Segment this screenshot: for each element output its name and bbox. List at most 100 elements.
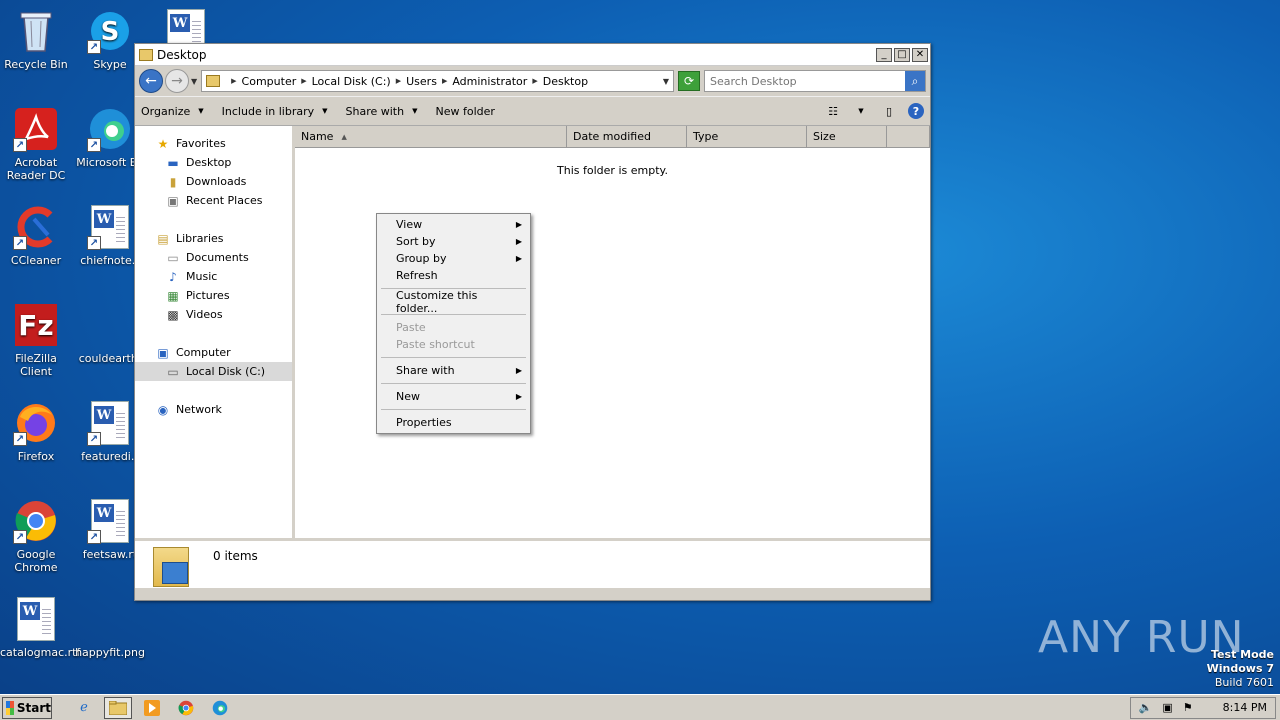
forward-button[interactable]: → [165, 69, 189, 93]
nav-label: Videos [186, 308, 223, 321]
view-options-icon[interactable]: ☷ [824, 103, 842, 119]
nav-libraries[interactable]: ▤ Libraries [135, 229, 292, 248]
menu-item-refresh[interactable]: Refresh [379, 267, 528, 284]
desktop-icon-firefox[interactable]: ↗ Firefox [0, 400, 72, 463]
nav-label: Recent Places [186, 194, 263, 207]
desktop-icon-happyfit[interactable]: happyfit.png [74, 596, 146, 659]
organize-menu[interactable]: Organize ▼ [141, 105, 204, 118]
recent-pages-dropdown[interactable]: ▼ [191, 77, 197, 86]
share-with-menu[interactable]: Share with ▼ [346, 105, 418, 118]
menu-item-view[interactable]: View ▶ [379, 216, 528, 233]
nav-downloads[interactable]: ▮ Downloads [135, 172, 292, 191]
maximize-button[interactable]: □ [894, 47, 910, 62]
column-name[interactable]: Name ▲ [295, 126, 567, 147]
nav-local-disk[interactable]: ▭ Local Disk (C:) [135, 362, 292, 381]
menu-label: Share with [396, 364, 455, 377]
media-player-icon[interactable] [138, 697, 166, 719]
command-bar: Organize ▼ Include in library ▼ Share wi… [135, 96, 930, 126]
nav-pictures[interactable]: ▦ Pictures [135, 286, 292, 305]
word-doc-icon: W ↗ [87, 400, 133, 446]
chevron-right-icon[interactable]: ▶ [532, 77, 537, 85]
edge-taskbar-icon[interactable] [206, 697, 234, 719]
chrome-taskbar-icon[interactable] [172, 697, 200, 719]
column-type[interactable]: Type [687, 126, 807, 147]
nav-computer[interactable]: ▣ Computer [135, 343, 292, 362]
clock[interactable]: 8:14 PM [1223, 701, 1267, 714]
star-icon: ★ [157, 136, 169, 151]
system-tray: 🔈 ▣ ⚑ 8:14 PM [1129, 696, 1276, 719]
chevron-down-icon[interactable]: ▼ [663, 77, 669, 86]
explorer-taskbar-icon[interactable] [104, 696, 132, 719]
desktop-icon-label: catalogmac.rtf [0, 646, 81, 659]
volume-icon[interactable]: 🔈 [1139, 701, 1153, 714]
menu-item-sort-by[interactable]: Sort by ▶ [379, 233, 528, 250]
breadcrumb-desktop[interactable]: Desktop [543, 75, 588, 88]
documents-icon: ▭ [167, 250, 179, 265]
nav-documents[interactable]: ▭ Documents [135, 248, 292, 267]
word-doc-icon: W [13, 596, 59, 642]
desktop-icon-recycle-bin[interactable]: Recycle Bin [0, 8, 72, 71]
nav-videos[interactable]: ▩ Videos [135, 305, 292, 324]
desktop-icon-label: Acrobat Reader DC [6, 156, 66, 182]
breadcrumb-users[interactable]: Users [406, 75, 437, 88]
breadcrumb-computer[interactable]: Computer [242, 75, 297, 88]
search-icon[interactable]: ⌕ [905, 71, 925, 91]
chevron-right-icon[interactable]: ▶ [231, 77, 236, 85]
menu-item-group-by[interactable]: Group by ▶ [379, 250, 528, 267]
svg-text:S: S [101, 17, 120, 47]
menu-item-customize-folder[interactable]: Customize this folder... [379, 289, 528, 315]
help-icon[interactable]: ? [908, 103, 924, 119]
desktop-icon-filezilla[interactable]: Fz FileZilla Client [0, 302, 72, 378]
desktop-icon-label: CCleaner [10, 254, 62, 267]
chevron-right-icon[interactable]: ▶ [442, 77, 447, 85]
include-in-library-menu[interactable]: Include in library ▼ [222, 105, 328, 118]
videos-icon: ▩ [167, 307, 179, 322]
refresh-button[interactable]: ⟳ [678, 71, 700, 91]
action-center-flag-icon[interactable]: ⚑ [1183, 701, 1193, 714]
desktop-icon-chrome[interactable]: ↗ Google Chrome [0, 498, 72, 574]
menu-item-properties[interactable]: Properties [379, 414, 528, 431]
new-folder-button[interactable]: New folder [435, 105, 494, 118]
empty-folder-message: This folder is empty. [557, 164, 668, 177]
desktop-icon-catalogmac[interactable]: W catalogmac.rtf [0, 596, 81, 659]
nav-network[interactable]: ◉ Network [135, 400, 292, 419]
chevron-right-icon[interactable]: ▶ [396, 77, 401, 85]
nav-recent-places[interactable]: ▣ Recent Places [135, 191, 292, 210]
nav-desktop[interactable]: ▬ Desktop [135, 153, 292, 172]
breadcrumb-local-disk[interactable]: Local Disk (C:) [312, 75, 391, 88]
nav-label: Favorites [176, 137, 226, 150]
title-bar[interactable]: Desktop _ □ ✕ [135, 44, 930, 66]
libraries-icon: ▤ [157, 231, 169, 246]
chevron-down-icon: ▼ [412, 107, 418, 115]
desktop-icon-ccleaner[interactable]: ↗ CCleaner [0, 204, 72, 267]
column-size[interactable]: Size [807, 126, 887, 147]
shortcut-arrow-icon: ↗ [87, 236, 101, 250]
search-input[interactable] [705, 71, 905, 91]
breadcrumb-administrator[interactable]: Administrator [452, 75, 527, 88]
preview-pane-icon[interactable]: ▯ [880, 103, 898, 119]
desktop-icon: ▬ [167, 155, 179, 170]
word-doc-icon: W ↗ [87, 498, 133, 544]
minimize-button[interactable]: _ [876, 47, 892, 62]
chevron-down-icon: ▼ [322, 107, 328, 115]
menu-item-new[interactable]: New ▶ [379, 388, 528, 405]
desktop-icon-acrobat[interactable]: ↗ Acrobat Reader DC [0, 106, 72, 182]
test-mode-notice: Test Mode Windows 7 Build 7601 [1207, 648, 1274, 690]
chevron-right-icon[interactable]: ▶ [301, 77, 306, 85]
column-label: Size [813, 130, 836, 143]
network-tray-icon[interactable]: ▣ [1162, 701, 1172, 714]
nav-favorites[interactable]: ★ Favorites [135, 134, 292, 153]
internet-explorer-icon[interactable]: ℯ [70, 697, 98, 719]
menu-item-share-with[interactable]: Share with ▶ [379, 362, 528, 379]
address-bar[interactable]: ▶ Computer ▶ Local Disk (C:) ▶ Users ▶ A… [201, 70, 674, 92]
chevron-down-icon[interactable]: ▼ [852, 103, 870, 119]
close-button[interactable]: ✕ [912, 47, 928, 62]
nav-music[interactable]: ♪ Music [135, 267, 292, 286]
start-button[interactable]: Start [2, 696, 52, 719]
recent-places-icon: ▣ [167, 193, 179, 208]
menu-separator [381, 383, 526, 384]
local-disk-icon: ▭ [167, 364, 179, 379]
back-button[interactable]: ← [139, 69, 163, 93]
menu-label: New [396, 390, 420, 403]
column-date-modified[interactable]: Date modified [567, 126, 687, 147]
